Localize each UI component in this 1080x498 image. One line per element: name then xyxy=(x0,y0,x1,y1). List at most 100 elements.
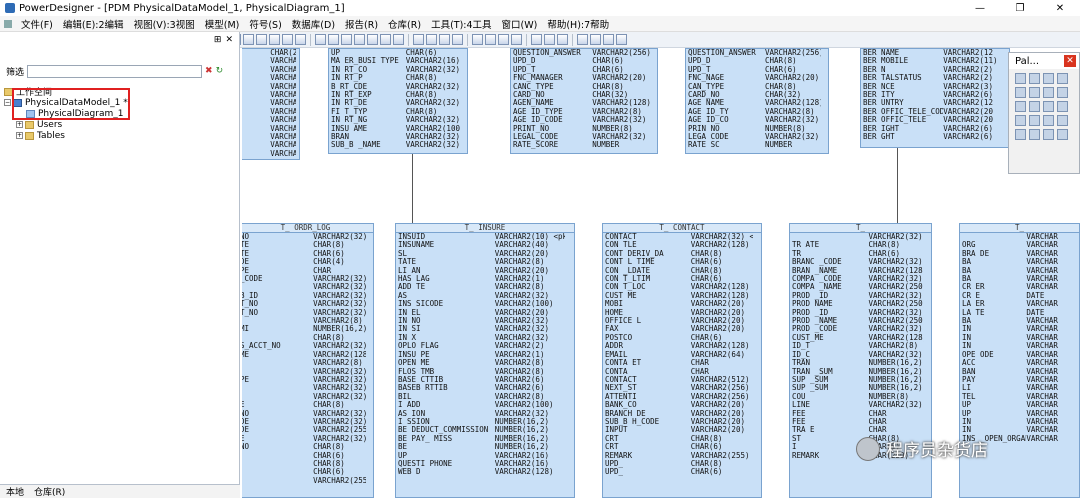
column-name: NO xyxy=(242,233,250,241)
panel-close-icon[interactable]: ✕ xyxy=(225,35,233,45)
clear-filter-icon[interactable]: ✖ xyxy=(205,66,213,76)
pin-icon[interactable]: ⊞ xyxy=(214,35,222,45)
column-type: CHAR(32) xyxy=(765,91,802,100)
menu-window[interactable]: 窗口(W) xyxy=(497,17,543,31)
zoom-in-tool-icon[interactable] xyxy=(1043,73,1054,84)
table-entity[interactable]: T_ INSURE INSUID VARCHAR2(10) <pk> INSUNAME… xyxy=(395,223,575,498)
table-entity[interactable]: T_ ORDR_LOGNOVARCHAR2(32) <pk>TECHAR(8)T… xyxy=(242,223,374,498)
menu-repository[interactable]: 仓库(R) xyxy=(383,17,426,31)
column-type: VARCHAR xyxy=(1026,392,1058,401)
tab-local[interactable]: 本地 xyxy=(6,485,24,498)
table-entity[interactable]: UP CHAR(6) MA ER_BUSI TYPE VARCHAR2(16) IN R… xyxy=(328,48,468,154)
refresh-icon[interactable]: ↻ xyxy=(216,66,224,76)
toolbar-button[interactable] xyxy=(413,34,424,45)
menu-edit[interactable]: 编辑(E):2编辑 xyxy=(58,17,129,31)
package-tool-icon[interactable] xyxy=(1029,101,1040,112)
toolbar-button[interactable] xyxy=(531,34,542,45)
column-type: VARCHAR xyxy=(1026,275,1058,284)
polyline-tool-icon[interactable] xyxy=(1043,129,1054,140)
toolbar-button[interactable] xyxy=(577,34,588,45)
column-name: LA ER xyxy=(962,300,985,309)
toolbar-button[interactable] xyxy=(393,34,404,45)
table-entity[interactable]: T_ CONTACTCONTACTVARCHAR2(32) <pk>CON TL… xyxy=(602,223,762,498)
toolbar-button[interactable] xyxy=(426,34,437,45)
tree-item-users[interactable]: + Users xyxy=(4,119,239,130)
table-entity[interactable]: QUESTION_ANSWER VARCHAR2(256) UPD_D CHAR(6)… xyxy=(510,48,658,154)
toolbar-button[interactable] xyxy=(603,34,614,45)
toolbar-button[interactable] xyxy=(439,34,450,45)
table-entity[interactable]: BER NAME VARCHAR2(12 BER MOBILE VARCHAR2(11… xyxy=(860,48,1010,148)
menu-model[interactable]: 模型(M) xyxy=(200,17,245,31)
toolbar-button[interactable] xyxy=(295,34,306,45)
column-row: LI AN VARCHAR2(20) xyxy=(396,267,574,275)
toolbar-button[interactable] xyxy=(544,34,555,45)
table-entity[interactable]: QUESTION_ANSWER VARCHAR2(256) UPD_D CHAR(8)… xyxy=(685,48,829,154)
toolbar-button[interactable] xyxy=(590,34,601,45)
zoom-out-tool-icon[interactable] xyxy=(1057,73,1068,84)
toolbar-button[interactable] xyxy=(472,34,483,45)
rectangle-tool-icon[interactable] xyxy=(1043,115,1054,126)
toolbar-button[interactable] xyxy=(367,34,378,45)
menu-help[interactable]: 帮助(H):7帮助 xyxy=(542,17,614,31)
column-row: UPD_T CHAR(6) xyxy=(511,66,657,74)
column-name: T_NO xyxy=(242,308,259,317)
column-row: CHAR(6) xyxy=(242,452,373,460)
restore-button[interactable]: ❐ xyxy=(1000,0,1040,16)
toolbar-button[interactable] xyxy=(354,34,365,45)
toolbar-button[interactable] xyxy=(616,34,627,45)
collapse-icon[interactable]: − xyxy=(4,99,11,106)
menu-database[interactable]: 数据库(D) xyxy=(287,17,340,31)
menu-file[interactable]: 文件(F) xyxy=(16,17,58,31)
tree-item-tables[interactable]: + Tables xyxy=(4,130,239,141)
toolbar-button[interactable] xyxy=(511,34,522,45)
column-type: VARCHAR2(1) xyxy=(494,275,545,284)
column-type: NUMBER xyxy=(592,141,620,150)
toolbar-button[interactable] xyxy=(282,34,293,45)
column-name: TR ATE xyxy=(792,241,820,250)
tab-repository[interactable]: 仓库(R) xyxy=(34,485,65,498)
column-row: LEGA CODE VARCHAR2(32) xyxy=(686,133,828,141)
hand-tool-icon[interactable] xyxy=(1029,73,1040,84)
close-button[interactable]: ✕ xyxy=(1040,0,1080,16)
toolbar-button[interactable] xyxy=(256,34,267,45)
menu-tools[interactable]: 工具(T):4工具 xyxy=(426,17,496,31)
expand-icon[interactable]: + xyxy=(16,132,23,139)
toolbar-button[interactable] xyxy=(557,34,568,45)
delete-tool-icon[interactable] xyxy=(1029,87,1040,98)
menu-report[interactable]: 报告(R) xyxy=(340,17,383,31)
menu-view[interactable]: 视图(V):3视图 xyxy=(129,17,200,31)
polygon-tool-icon[interactable] xyxy=(1057,129,1068,140)
toolbar-button[interactable] xyxy=(269,34,280,45)
toolbar-button[interactable] xyxy=(498,34,509,45)
toolbar-button[interactable] xyxy=(452,34,463,45)
text-tool-icon[interactable] xyxy=(1029,115,1040,126)
column-name: REMARK xyxy=(605,451,633,460)
column-type: VARCHAR xyxy=(1026,317,1058,326)
view-tool-icon[interactable] xyxy=(1057,87,1068,98)
toolbar-button[interactable] xyxy=(380,34,391,45)
arc-tool-icon[interactable] xyxy=(1029,129,1040,140)
line-tool-icon[interactable] xyxy=(1015,129,1026,140)
note-tool-icon[interactable] xyxy=(1057,101,1068,112)
toolbar-button[interactable] xyxy=(328,34,339,45)
link-tool-icon[interactable] xyxy=(1015,115,1026,126)
toolbar-button[interactable] xyxy=(485,34,496,45)
column-name xyxy=(242,108,270,116)
palette-close-button[interactable]: ✕ xyxy=(1064,55,1076,67)
properties-tool-icon[interactable] xyxy=(1015,87,1026,98)
expand-icon[interactable]: + xyxy=(16,121,23,128)
diagram-canvas[interactable]: CHAR(255)VARCHAR2(32)VARCHAR2(32)VARCHAR… xyxy=(242,48,1080,498)
reference-tool-icon[interactable] xyxy=(1015,101,1026,112)
table-tool-icon[interactable] xyxy=(1043,87,1054,98)
menu-symbol[interactable]: 符号(S) xyxy=(244,17,286,31)
toolbar-button[interactable] xyxy=(315,34,326,45)
pointer-tool-icon[interactable] xyxy=(1015,73,1026,84)
toolbar-button[interactable] xyxy=(243,34,254,45)
ellipse-tool-icon[interactable] xyxy=(1057,115,1068,126)
table-entity[interactable]: CHAR(255)VARCHAR2(32)VARCHAR2(32)VARCHAR… xyxy=(242,48,300,160)
toolbar-button[interactable] xyxy=(341,34,352,45)
document-menu-icon[interactable] xyxy=(4,19,12,28)
minimize-button[interactable]: — xyxy=(960,0,1000,16)
filter-input[interactable] xyxy=(27,64,203,78)
file-tool-icon[interactable] xyxy=(1043,101,1054,112)
